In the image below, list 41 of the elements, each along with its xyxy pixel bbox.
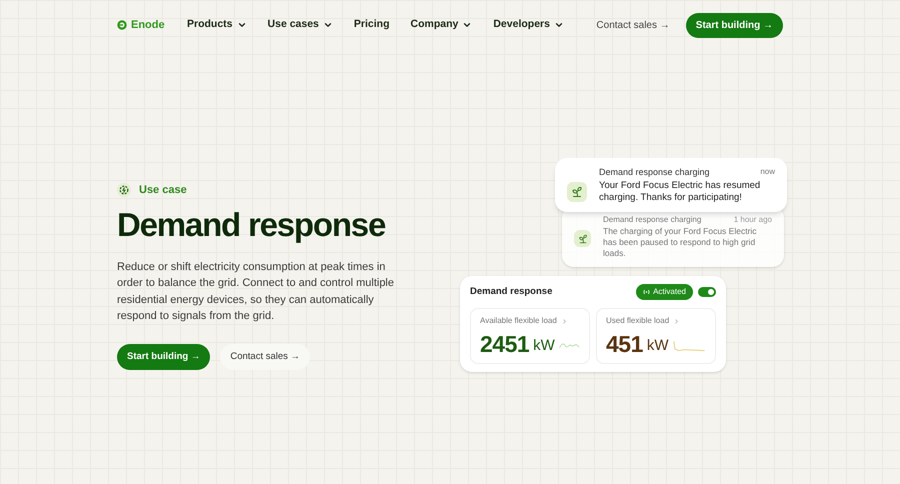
charging-cycle-icon [117, 183, 131, 198]
eyebrow-label: Use case [139, 183, 187, 198]
status-badge: Activated [636, 284, 693, 300]
card-title: Demand response [470, 284, 552, 299]
nav-item[interactable]: Developers [493, 17, 564, 33]
signal-icon [643, 289, 650, 295]
nav-item[interactable]: Products [187, 17, 247, 33]
metric-unit: kW [533, 336, 555, 356]
metric-label: Available flexible load [480, 315, 557, 327]
metric-value: 451 [606, 331, 643, 357]
notification-time: 1 hour ago [734, 214, 772, 226]
plant-icon [567, 182, 587, 202]
chevron-down-icon [322, 20, 333, 30]
logo-icon [117, 20, 127, 30]
hero-description: Reduce or shift electricity consumption at peak times in order to balance the grid. Connect to and control multiple residential energy devices, so they can automatically respond to signals from the grid. [117, 260, 395, 324]
nav-item[interactable]: Pricing [354, 17, 390, 33]
metric-label: Used flexible load [606, 315, 670, 327]
notification-title: Demand response charging [599, 166, 710, 179]
hero-title: Demand response [117, 204, 386, 244]
nav-item[interactable]: Company [410, 17, 472, 33]
chevron-down-icon [236, 20, 247, 30]
contact-sales-button[interactable]: Contact sales → [220, 344, 310, 370]
start-building-button[interactable]: Start building → [117, 344, 210, 370]
metric-card[interactable]: Available flexible load 2451 kW [470, 308, 590, 364]
contact-sales-link[interactable]: Contact sales → [596, 18, 670, 32]
notification-text: The charging of your Ford Focus Electric has been paused to respond to high grid loads. [603, 226, 758, 259]
plant-icon [574, 230, 591, 247]
notification-time: now [760, 166, 775, 178]
notification-title: Demand response charging [603, 214, 702, 226]
metric-value: 2451 [480, 331, 530, 357]
sparkline [672, 339, 706, 353]
metric-card[interactable]: Used flexible load 451 kW [596, 308, 716, 364]
nav-item[interactable]: Use cases [268, 17, 333, 33]
metric-unit: kW [646, 336, 669, 356]
start-building-button[interactable]: Start building → [686, 12, 783, 38]
chevron-right-icon [560, 318, 568, 324]
toggle-switch[interactable] [698, 287, 716, 297]
chevron-down-icon [462, 20, 472, 30]
chevron-down-icon [554, 20, 564, 30]
chevron-right-icon [673, 318, 680, 324]
notification-text: Your Ford Focus Electric has resumed charging. Thanks for participating! [599, 180, 762, 204]
